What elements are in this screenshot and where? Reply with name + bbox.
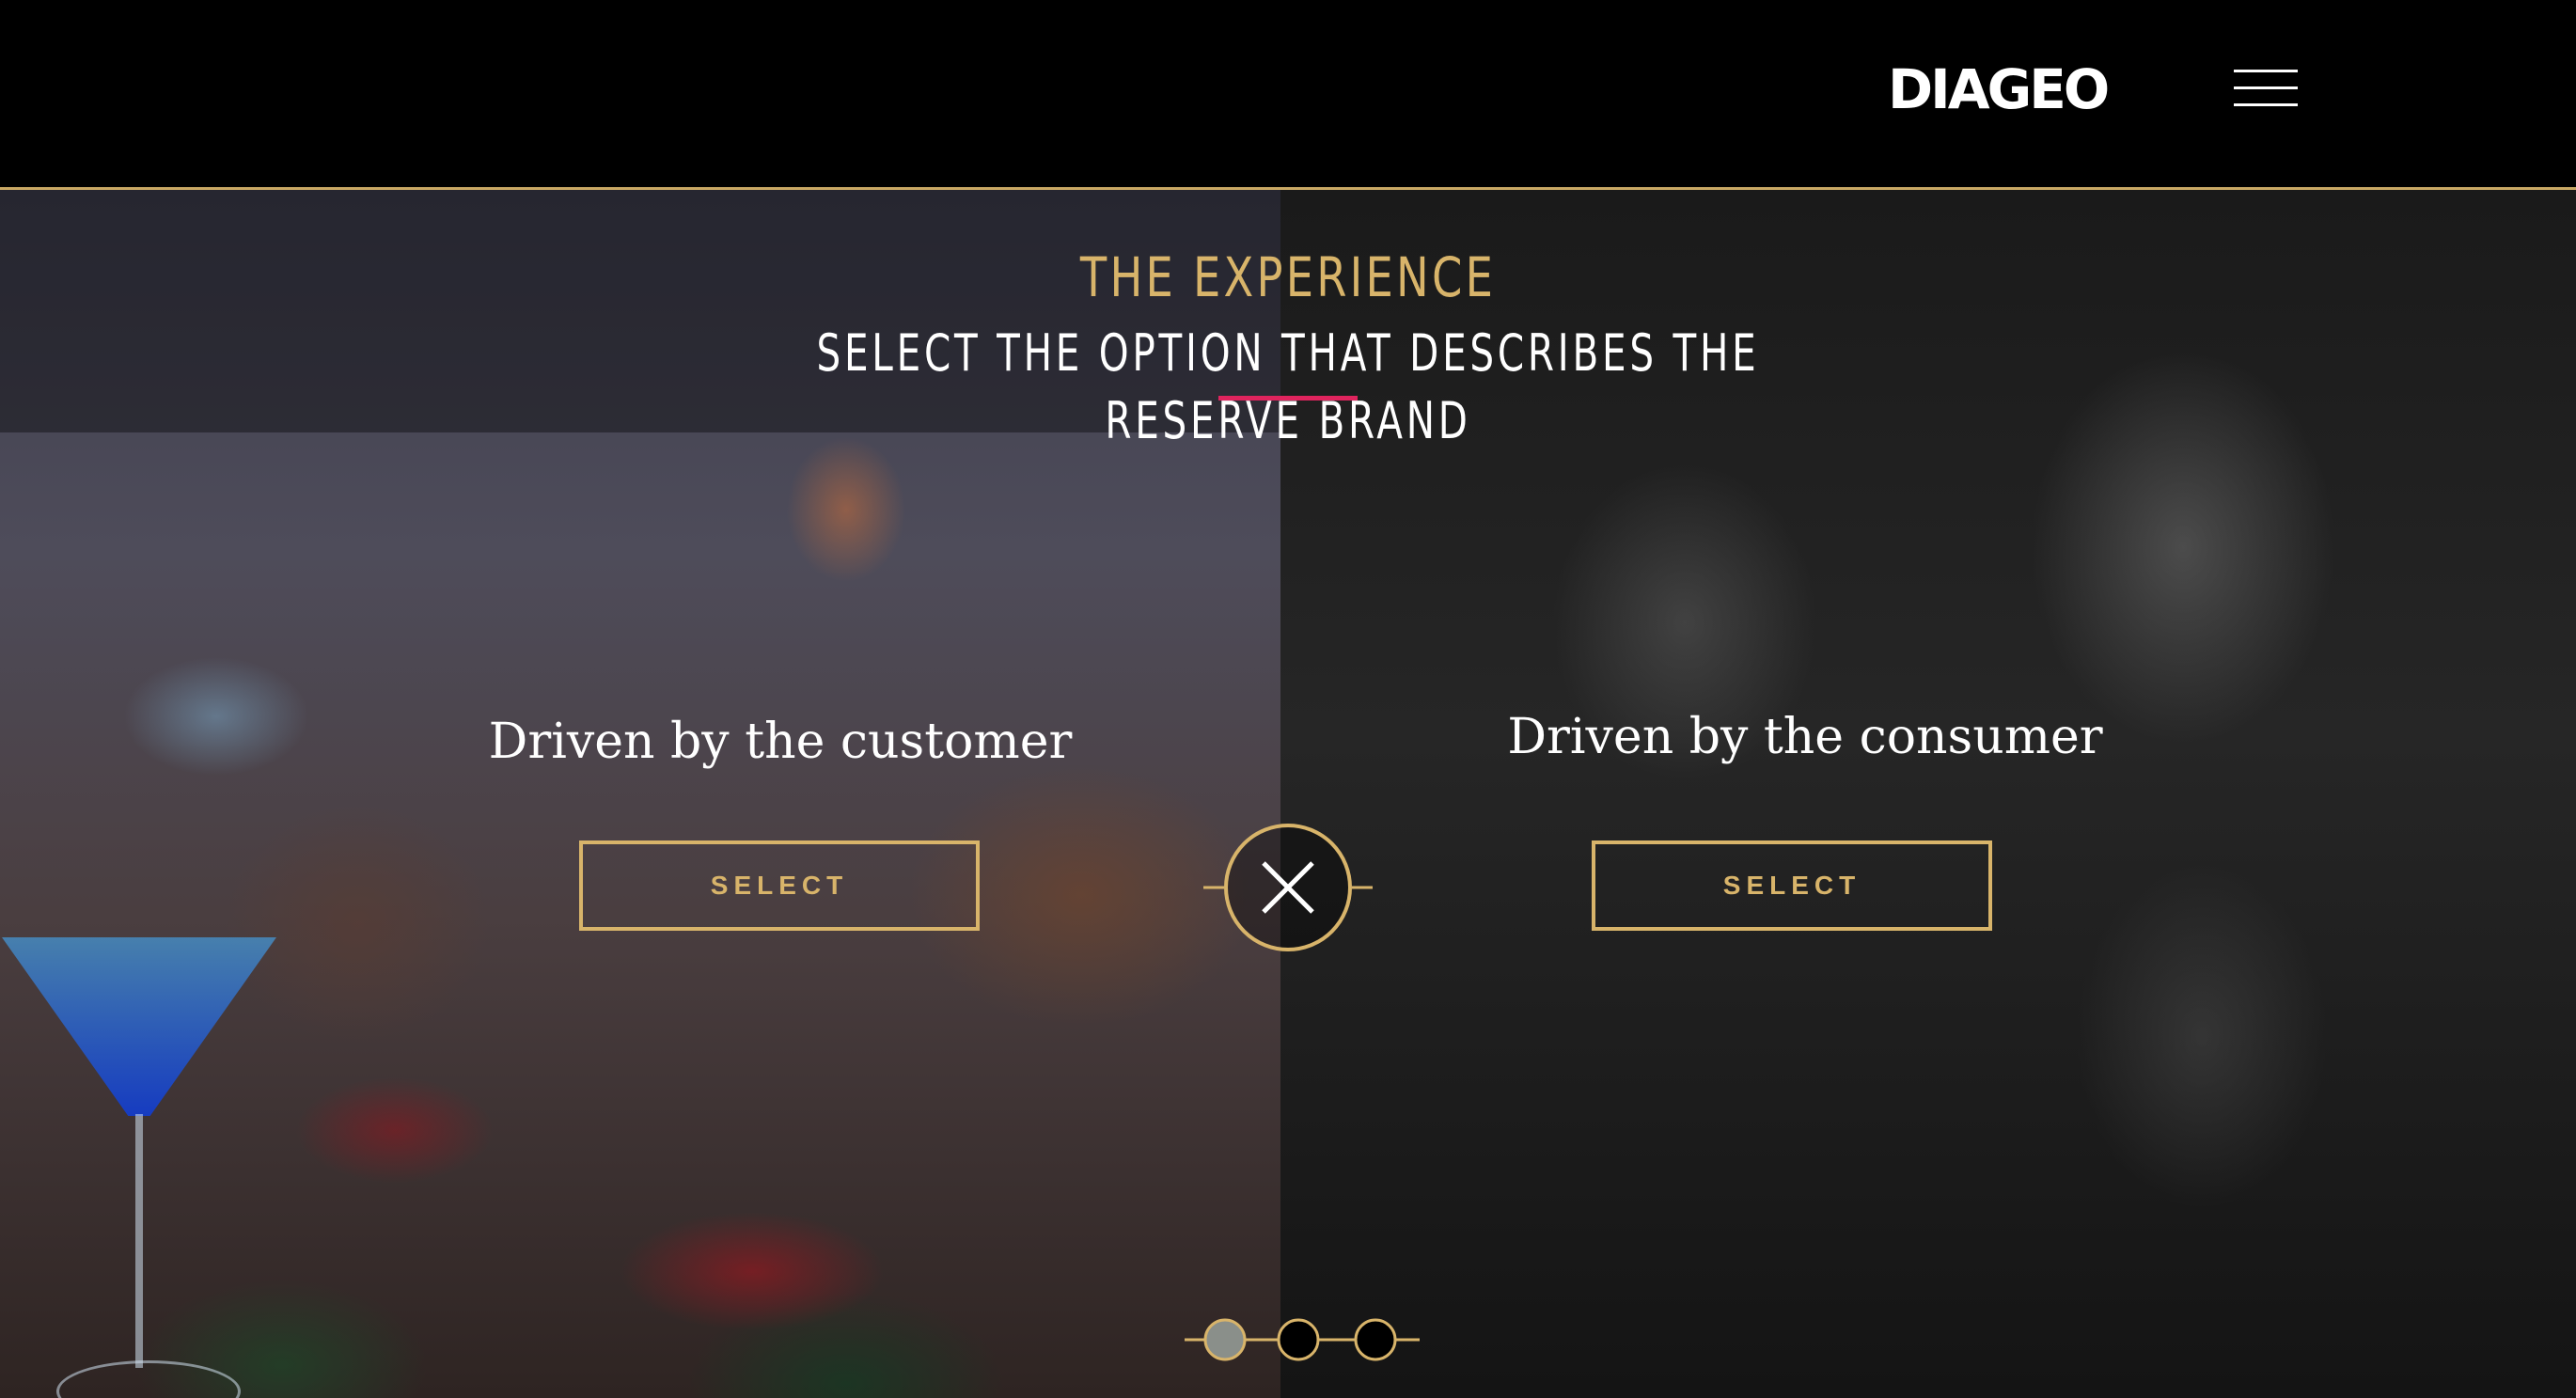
hamburger-menu-icon[interactable] [2234, 68, 2298, 109]
close-x-icon[interactable] [1203, 818, 1373, 957]
glass-cup [2, 937, 276, 1116]
menu-line [2234, 86, 2298, 89]
step-dot-1[interactable] [1203, 1318, 1247, 1361]
glass-base [56, 1360, 241, 1398]
menu-line [2234, 103, 2298, 106]
site-header: DIAGEO [0, 0, 2576, 190]
step-dot-2[interactable] [1277, 1318, 1320, 1361]
section-label: THE EXPERIENCE [1079, 245, 1497, 309]
glass-stem [135, 1114, 143, 1368]
select-consumer-button[interactable]: SELECT [1592, 840, 1992, 931]
menu-line [2234, 70, 2298, 72]
progress-dots [1185, 1318, 1420, 1361]
cocktail-glass-image [0, 937, 301, 1398]
select-customer-button[interactable]: SELECT [579, 840, 980, 931]
customer-option-title: Driven by the customer [488, 714, 1073, 770]
heading-accent-line [1218, 396, 1358, 401]
consumer-option-title: Driven by the consumer [1507, 709, 2103, 765]
step-dot-3[interactable] [1354, 1318, 1397, 1361]
diageo-logo[interactable]: DIAGEO [1888, 58, 2110, 120]
page-heading: SELECT THE OPTION THAT DESCRIBES THE RES… [816, 323, 1760, 450]
